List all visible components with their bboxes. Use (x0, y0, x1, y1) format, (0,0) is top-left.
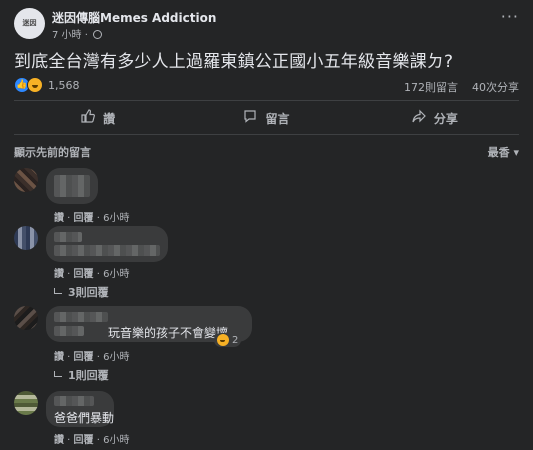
thumbs-up-icon (81, 109, 96, 127)
reaction-count[interactable]: 1,568 (48, 79, 80, 92)
comment-reaction-badge[interactable]: 2 (214, 333, 242, 347)
reaction-summary: 👍 1,568 172則留言 40次分享 (14, 77, 519, 95)
post-header: 迷因 迷因傳腦Memes Addiction 7 小時 · ··· (14, 8, 519, 41)
comment-time[interactable]: 6小時 (103, 213, 129, 224)
comment-bubble (46, 226, 168, 262)
like-button-label: 讚 (103, 111, 116, 126)
haha-reaction-icon (217, 334, 229, 346)
globe-icon (93, 30, 103, 39)
comment-like-button[interactable]: 讚 (54, 269, 64, 280)
comment-actions: 讚 · 回覆 · 6小時 (54, 213, 130, 224)
comment-count-link[interactable]: 172則留言 (404, 79, 458, 95)
view-previous-comments-link[interactable]: 顯示先前的留言 (14, 144, 91, 160)
reply-arrow-icon (54, 371, 62, 377)
commenter-avatar[interactable] (14, 306, 38, 330)
reaction-icons[interactable]: 👍 (14, 77, 43, 93)
page-avatar-label: 迷因 (22, 19, 37, 27)
redacted-content (54, 175, 90, 197)
share-button[interactable]: 分享 (351, 104, 519, 132)
comment-time[interactable]: 6小時 (103, 435, 129, 446)
share-button-label: 分享 (433, 111, 458, 126)
commenter-avatar[interactable] (14, 391, 38, 415)
comment-bubble: 爸爸們暴動 (46, 391, 114, 427)
divider (14, 134, 519, 135)
comment-like-button[interactable]: 讚 (54, 352, 64, 363)
comment-reply-button[interactable]: 回覆 (74, 352, 94, 363)
caret-down-icon: ▾ (513, 146, 519, 159)
post-timestamp[interactable]: 7 小時 · (52, 26, 103, 41)
redacted-name (54, 396, 94, 406)
post-action-bar: 讚 留言 分享 (14, 104, 519, 132)
comment-actions: 讚 · 回覆 · 6小時 (54, 435, 130, 446)
replies-count-label: 3則回覆 (68, 286, 109, 299)
post-text: 到底全台灣有多少人上過羅東鎮公正國小五年級音樂課ㄉ? (14, 52, 454, 72)
comment-text: 玩音樂的孩子不會變壞 (108, 326, 229, 340)
sort-dropdown[interactable]: 最香 ▾ (488, 144, 519, 160)
comment-actions: 讚 · 回覆 · 6小時 (54, 269, 130, 280)
comment-button-label: 留言 (265, 111, 290, 126)
comment-like-button[interactable]: 讚 (54, 435, 64, 446)
redacted-name (54, 232, 82, 242)
comment-reply-button[interactable]: 回覆 (74, 435, 94, 446)
comment-button[interactable]: 留言 (182, 104, 350, 132)
like-button[interactable]: 讚 (14, 104, 182, 132)
page-avatar[interactable]: 迷因 (14, 8, 45, 39)
comment-reply-button[interactable]: 回覆 (74, 213, 94, 224)
comment-text: 爸爸們暴動 (54, 411, 115, 425)
redacted-name (54, 312, 108, 322)
share-icon (412, 109, 426, 127)
comment-icon (243, 109, 257, 127)
comment-time[interactable]: 6小時 (103, 269, 129, 280)
haha-reaction-icon (27, 77, 43, 93)
view-replies-link[interactable]: 3則回覆 (54, 284, 109, 300)
comment-bubble (46, 168, 98, 204)
sort-selected-label: 最香 (487, 146, 510, 159)
view-replies-link[interactable]: 1則回覆 (54, 367, 109, 383)
redacted-content (54, 326, 84, 336)
comment-reply-button[interactable]: 回覆 (74, 269, 94, 280)
page-name-link[interactable]: 迷因傳腦Memes Addiction (52, 9, 216, 26)
comment-time[interactable]: 6小時 (103, 352, 129, 363)
comment-like-button[interactable]: 讚 (54, 213, 64, 224)
divider (14, 100, 519, 101)
commenter-avatar[interactable] (14, 226, 38, 250)
post-time[interactable]: 7 小時 (52, 30, 82, 41)
comment-reaction-count: 2 (232, 334, 239, 346)
share-count-link[interactable]: 40次分享 (472, 79, 519, 95)
redacted-content (54, 245, 160, 256)
comment-sort-row: 顯示先前的留言 最香 ▾ (14, 144, 519, 160)
more-options-button[interactable]: ··· (501, 9, 519, 25)
commenter-avatar[interactable] (14, 168, 38, 192)
replies-count-label: 1則回覆 (68, 369, 109, 382)
comment-actions: 讚 · 回覆 · 6小時 (54, 352, 130, 363)
reply-arrow-icon (54, 288, 62, 294)
